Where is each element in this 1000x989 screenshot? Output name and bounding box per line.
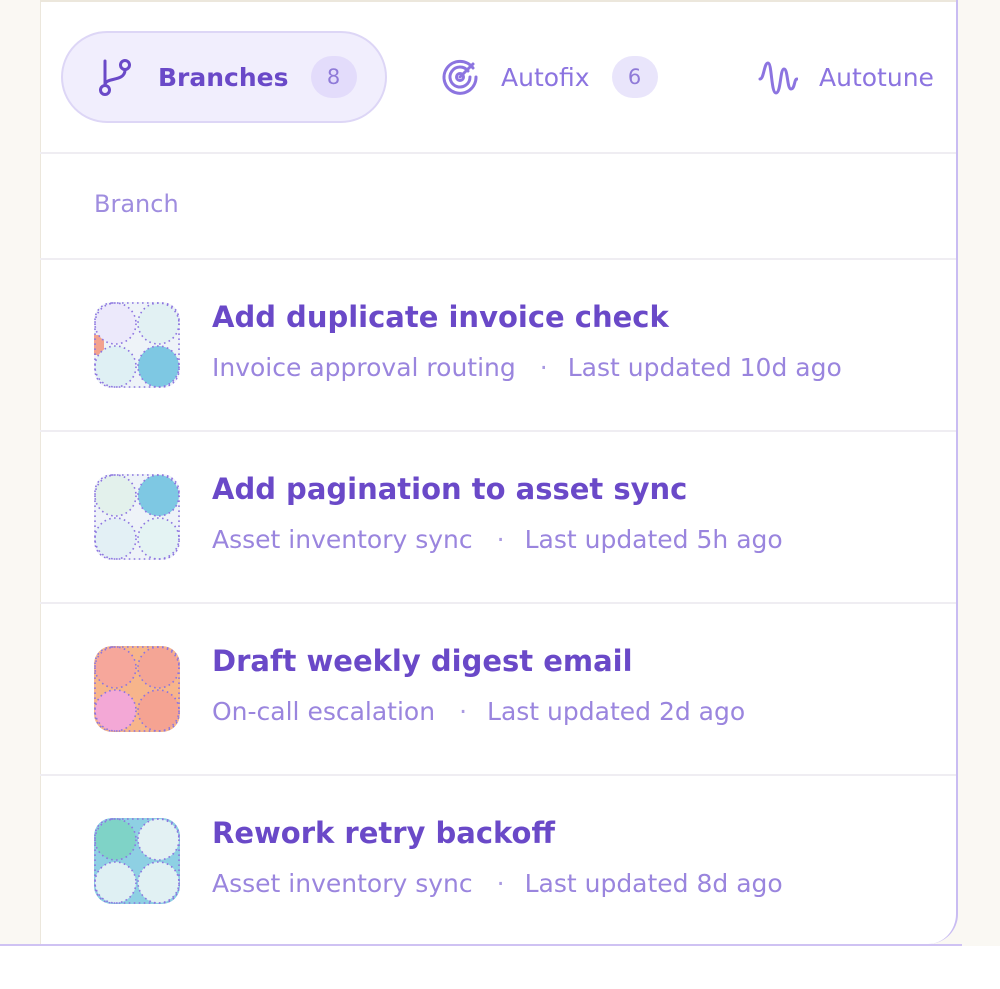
branch-avatar [94,302,180,388]
tab-label: Autotune [819,62,934,92]
separator-dot: · [459,697,468,726]
avatar-pattern [94,818,180,904]
avatar-dot [94,345,137,388]
branch-title[interactable]: Add pagination to asset sync [212,472,687,506]
branch-title[interactable]: Rework retry backoff [212,816,555,850]
avatar-pattern [94,302,180,388]
avatar-dot [94,818,137,861]
avatar-dot [137,818,180,861]
tab-bar: Branches 8 Autofix 6 Autotune [40,0,956,154]
branch-row[interactable]: Draft weekly digest email On-call escala… [40,604,956,776]
avatar-dot [137,861,180,904]
avatar-pattern [94,474,180,560]
branch-title[interactable]: Draft weekly digest email [212,644,633,678]
avatar-dot [94,861,137,904]
avatar-dot [94,474,137,517]
branch-title[interactable]: Add duplicate invoice check [212,300,669,334]
separator-dot: · [496,869,505,898]
branch-updated: Last updated 8d ago [524,869,783,898]
page-bottom [0,946,1000,989]
branch-meta: Asset inventory sync · Last updated 8d ago [212,869,783,898]
column-header-branch[interactable]: Branch [94,190,179,218]
branch-updated: Last updated 5h ago [524,525,783,554]
avatar-dot [94,517,137,560]
tab-label: Branches [158,62,289,92]
avatar-pattern [94,646,180,732]
avatar-dot [137,302,180,345]
branches-panel: Branches 8 Autofix 6 Autotune Branch Add… [40,0,958,944]
waveform-icon [758,57,798,97]
avatar-dot [94,646,137,689]
tab-label: Autofix [501,62,590,92]
avatar-dot [137,689,180,732]
branch-list: Add duplicate invoice check Invoice appr… [40,260,956,944]
branch-meta: Invoice approval routing · Last updated 10… [212,353,842,382]
separator-dot: · [496,525,505,554]
git-branch-icon [95,57,135,97]
radar-icon [440,57,480,97]
tab-autotune[interactable]: Autotune [758,31,934,123]
branch-avatar [94,646,180,732]
branch-project: Asset inventory sync [212,869,473,898]
branch-project: On-call escalation [212,697,436,726]
count-badge: 8 [310,56,357,98]
branch-meta: Asset inventory sync · Last updated 5h ago [212,525,783,554]
avatar-dot [94,689,137,732]
branch-row[interactable]: Add duplicate invoice check Invoice appr… [40,260,956,432]
branch-row[interactable]: Rework retry backoff Asset inventory syn… [40,776,956,944]
avatar-dot [137,517,180,560]
tab-autofix[interactable]: Autofix 6 [440,31,658,123]
tab-branches[interactable]: Branches 8 [61,31,387,123]
avatar-dot [137,646,180,689]
branch-avatar [94,474,180,560]
count-badge: 6 [611,56,658,98]
avatar-dot [137,474,180,517]
column-header-row: Branch [40,154,956,260]
branch-avatar [94,818,180,904]
panel-bottom-rule [0,944,962,946]
separator-dot: · [539,353,548,382]
avatar-dot [137,345,180,388]
branch-meta: On-call escalation · Last updated 2d ago [212,697,745,726]
branch-row[interactable]: Add pagination to asset sync Asset inven… [40,432,956,604]
branch-project: Asset inventory sync [212,525,473,554]
avatar-dot [94,302,137,345]
branch-updated: Last updated 10d ago [567,353,842,382]
branch-updated: Last updated 2d ago [487,697,746,726]
branch-project: Invoice approval routing [212,353,516,382]
